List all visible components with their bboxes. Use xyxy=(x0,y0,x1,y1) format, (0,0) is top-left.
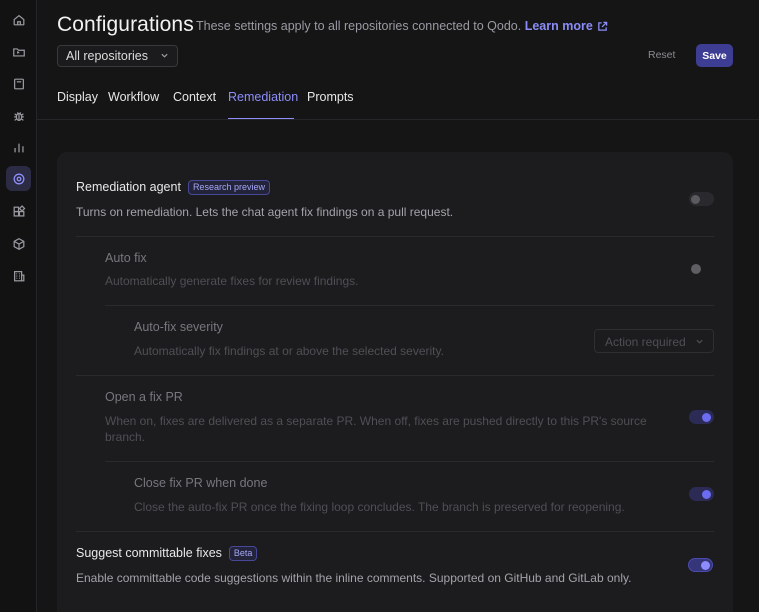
book-icon[interactable] xyxy=(6,71,31,96)
learn-more-label: Learn more xyxy=(524,19,593,33)
divider xyxy=(105,461,714,462)
toggle-knob xyxy=(701,561,710,570)
toggle-knob xyxy=(691,195,700,204)
research-preview-badge: Research preview xyxy=(187,180,270,195)
package-icon[interactable] xyxy=(6,231,31,256)
settings-card xyxy=(57,152,733,612)
suggest-committable-toggle[interactable] xyxy=(688,558,713,572)
learn-more-link[interactable]: Learn more xyxy=(525,19,608,33)
building-icon[interactable] xyxy=(6,263,31,288)
severity-select[interactable]: Action required xyxy=(594,329,714,353)
auto-fix-title: Auto fix xyxy=(105,251,147,265)
remediation-agent-label: Remediation agent xyxy=(76,180,181,194)
beta-badge: Beta xyxy=(228,546,258,561)
divider xyxy=(76,375,714,376)
open-fix-pr-toggle[interactable] xyxy=(689,410,714,424)
suggest-committable-label: Suggest committable fixes xyxy=(76,546,222,560)
suggest-committable-title: Suggest committable fixes Beta xyxy=(76,546,258,561)
tab-workflow[interactable]: Workflow xyxy=(108,90,159,104)
repository-select-value: All repositories xyxy=(66,49,148,63)
reset-button[interactable]: Reset xyxy=(648,49,675,61)
open-fix-pr-title: Open a fix PR xyxy=(105,390,183,404)
open-fix-pr-desc-line2: branch. xyxy=(105,430,146,444)
remediation-agent-desc: Turns on remediation. Lets the chat agen… xyxy=(76,205,454,219)
page-subtitle: These settings apply to all repositories… xyxy=(196,19,608,33)
auto-fix-severity-desc: Automatically fix findings at or above t… xyxy=(134,344,444,358)
suggest-committable-desc: Enable committable code suggestions with… xyxy=(76,571,632,585)
home-icon[interactable] xyxy=(6,7,31,32)
severity-select-value: Action required xyxy=(605,335,686,349)
tab-prompts[interactable]: Prompts xyxy=(307,90,354,104)
toggle-knob xyxy=(691,264,701,274)
save-button[interactable]: Save xyxy=(696,44,733,67)
auto-fix-severity-title: Auto-fix severity xyxy=(134,320,223,334)
subtitle-text: These settings apply to all repositories… xyxy=(196,19,522,33)
remediation-agent-toggle[interactable] xyxy=(689,192,714,206)
settings-icon[interactable] xyxy=(6,166,31,191)
auto-fix-desc: Automatically generate fixes for review … xyxy=(105,274,359,288)
tab-display[interactable]: Display xyxy=(57,90,98,104)
tabs-divider xyxy=(37,119,759,120)
folder-icon[interactable] xyxy=(6,39,31,64)
close-fix-pr-desc: Close the auto-fix PR once the fixing lo… xyxy=(134,500,625,514)
remediation-agent-title: Remediation agent Research preview xyxy=(76,180,270,195)
active-tab-indicator xyxy=(228,118,294,119)
divider xyxy=(76,531,714,532)
toggle-knob xyxy=(702,490,711,499)
chevron-down-icon xyxy=(696,339,703,344)
external-link-icon xyxy=(597,21,608,31)
tab-remediation[interactable]: Remediation xyxy=(228,90,298,104)
page-title: Configurations xyxy=(57,13,194,36)
close-fix-pr-title: Close fix PR when done xyxy=(134,476,268,490)
sidebar xyxy=(0,0,37,612)
tab-context[interactable]: Context xyxy=(173,90,216,104)
toggle-knob xyxy=(702,413,711,422)
auto-fix-toggle[interactable] xyxy=(688,262,713,276)
divider xyxy=(76,236,714,237)
chevron-down-icon xyxy=(161,53,168,58)
repository-select[interactable]: All repositories xyxy=(57,45,178,67)
chart-icon[interactable] xyxy=(6,135,31,160)
close-fix-pr-toggle[interactable] xyxy=(689,487,714,501)
divider xyxy=(105,305,714,306)
integrations-icon[interactable] xyxy=(6,199,31,224)
open-fix-pr-desc-line1: When on, fixes are delivered as a separa… xyxy=(105,414,647,428)
bug-icon[interactable] xyxy=(6,103,31,128)
